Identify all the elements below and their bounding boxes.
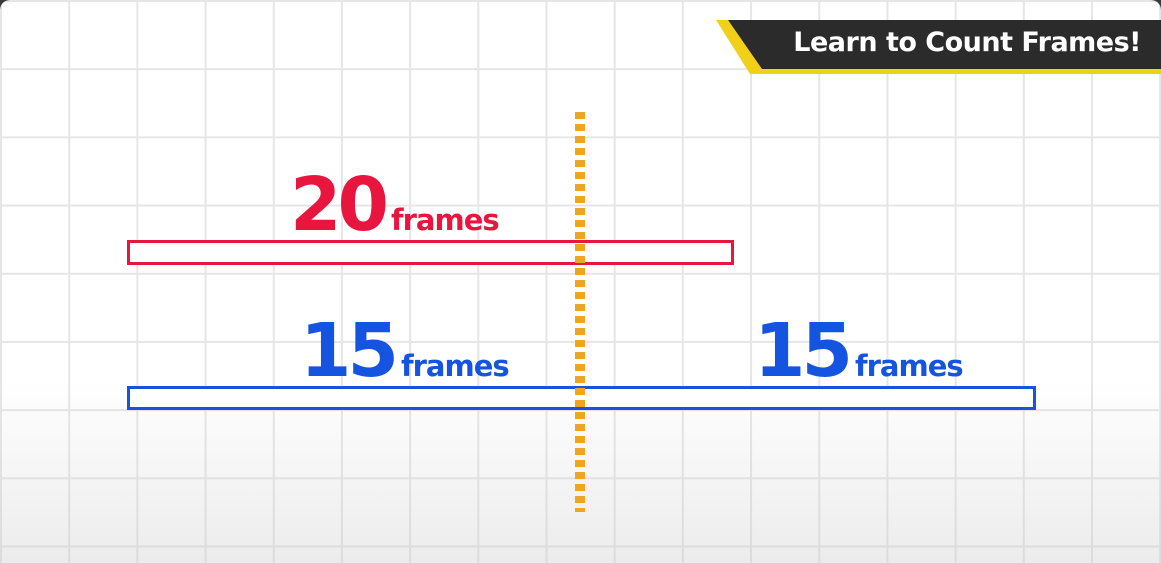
banner-title: Learn to Count Frames!	[793, 27, 1141, 58]
red-frame-bar	[127, 240, 734, 265]
blue-right-frame-count: 15	[754, 308, 853, 394]
red-bar-label: 20 frames	[290, 168, 500, 242]
red-frame-count: 20	[290, 162, 389, 248]
blue-left-frame-unit: frames	[400, 349, 510, 383]
blue-right-frame-unit: frames	[854, 349, 964, 383]
blue-left-frame-count: 15	[300, 308, 399, 394]
blue-left-segment-label: 15 frames	[300, 314, 510, 388]
title-banner: Learn to Count Frames!	[716, 20, 1161, 74]
banner-background: Learn to Count Frames!	[728, 20, 1161, 69]
midpoint-divider-line	[575, 112, 585, 512]
blue-right-segment-label: 15 frames	[754, 314, 964, 388]
frame-diagram: Learn to Count Frames! 20 frames 15 frames…	[0, 0, 1161, 563]
red-frame-unit: frames	[390, 203, 500, 237]
